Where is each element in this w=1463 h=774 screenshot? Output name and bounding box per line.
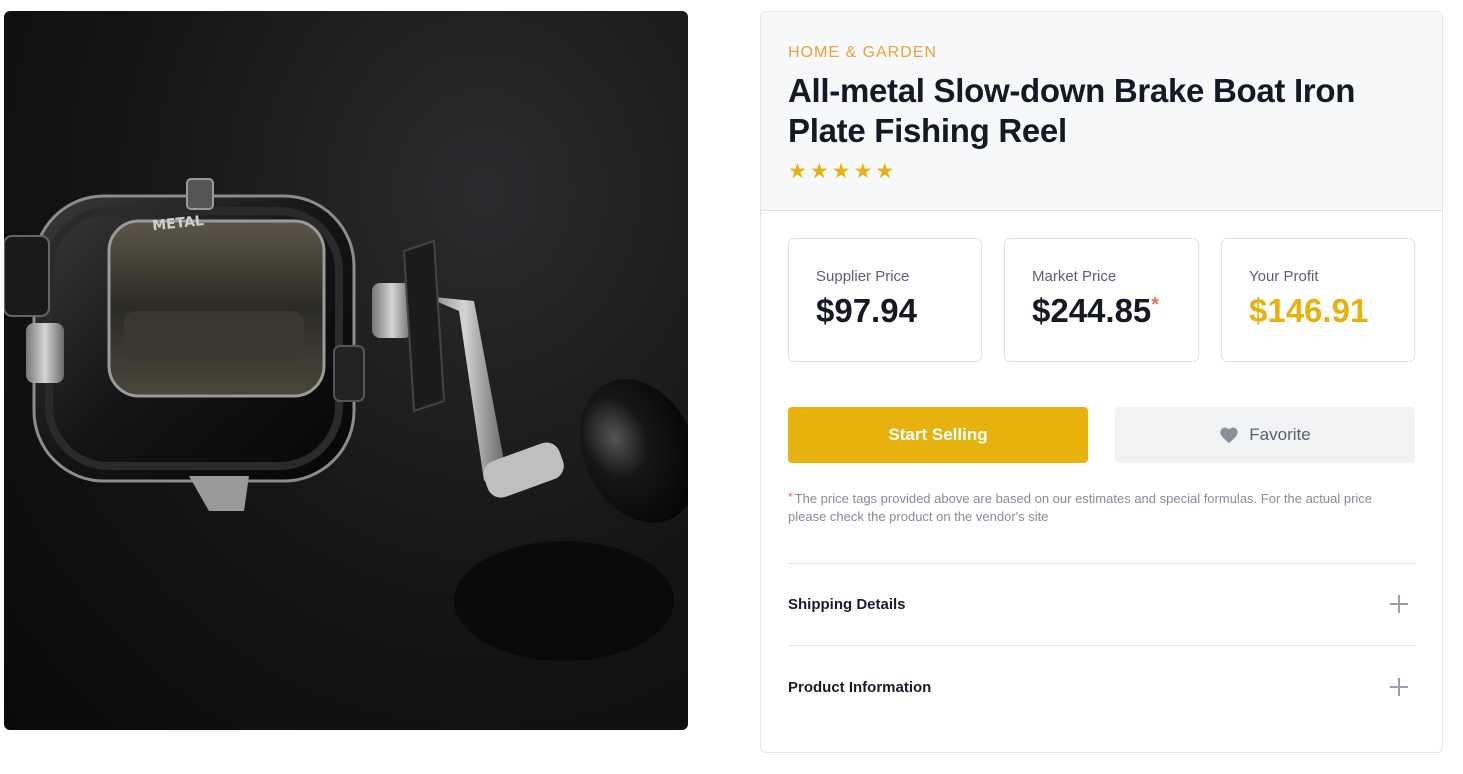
asterisk-marker: *	[1151, 294, 1160, 316]
profit-card: Your Profit $146.91	[1221, 238, 1415, 362]
asterisk-marker: *	[788, 490, 793, 504]
plus-icon[interactable]	[1390, 595, 1408, 613]
profit-value: $146.91	[1249, 292, 1369, 329]
market-price-value: $244.85	[1032, 292, 1152, 329]
shipping-details-label: Shipping Details	[788, 595, 906, 613]
rating-stars: ★ ★ ★ ★ ★	[788, 161, 1415, 183]
supplier-price-card: Supplier Price $97.94	[788, 238, 982, 362]
star-icon: ★	[809, 160, 829, 183]
fishing-reel-illustration: METAL	[4, 178, 688, 661]
profit-label: Your Profit	[1249, 268, 1319, 285]
category-label[interactable]: HOME & GARDEN	[788, 43, 1415, 63]
supplier-price-value: $97.94	[816, 292, 917, 329]
product-header: HOME & GARDEN All-metal Slow-down Brake …	[761, 12, 1442, 211]
heart-icon	[1220, 427, 1238, 444]
market-price-card: Market Price $244.85*	[1004, 238, 1199, 362]
star-icon: ★	[853, 160, 873, 183]
market-price-label: Market Price	[1032, 268, 1117, 285]
start-selling-button[interactable]: Start Selling	[788, 407, 1088, 463]
star-icon: ★	[788, 160, 807, 183]
supplier-price-label: Supplier Price	[816, 268, 910, 285]
disclaimer-text: The price tags provided above are based …	[788, 491, 1373, 524]
favorite-button[interactable]: Favorite	[1115, 407, 1415, 463]
favorite-label: Favorite	[1249, 425, 1311, 444]
product-information-label: Product Information	[788, 678, 932, 696]
star-icon: ★	[831, 160, 851, 183]
start-selling-label: Start Selling	[888, 425, 988, 444]
product-title: All-metal Slow-down Brake Boat Iron Plat…	[788, 72, 1356, 149]
price-disclaimer: * The price tags provided above are based…	[788, 490, 1413, 526]
product-panel: HOME & GARDEN All-metal Slow-down Brake …	[760, 11, 1443, 753]
product-information-toggle[interactable]: Product Information	[788, 646, 1416, 728]
star-icon: ★	[875, 160, 895, 183]
plus-icon[interactable]	[1390, 678, 1408, 696]
price-cards: Supplier Price $97.94 Market Price $244.…	[788, 238, 1415, 362]
product-image: METAL	[4, 11, 688, 730]
shipping-details-toggle[interactable]: Shipping Details	[788, 563, 1416, 645]
action-buttons: Start Selling Favorite	[788, 407, 1415, 463]
market-price-value-wrap: $244.85*	[1032, 292, 1198, 330]
